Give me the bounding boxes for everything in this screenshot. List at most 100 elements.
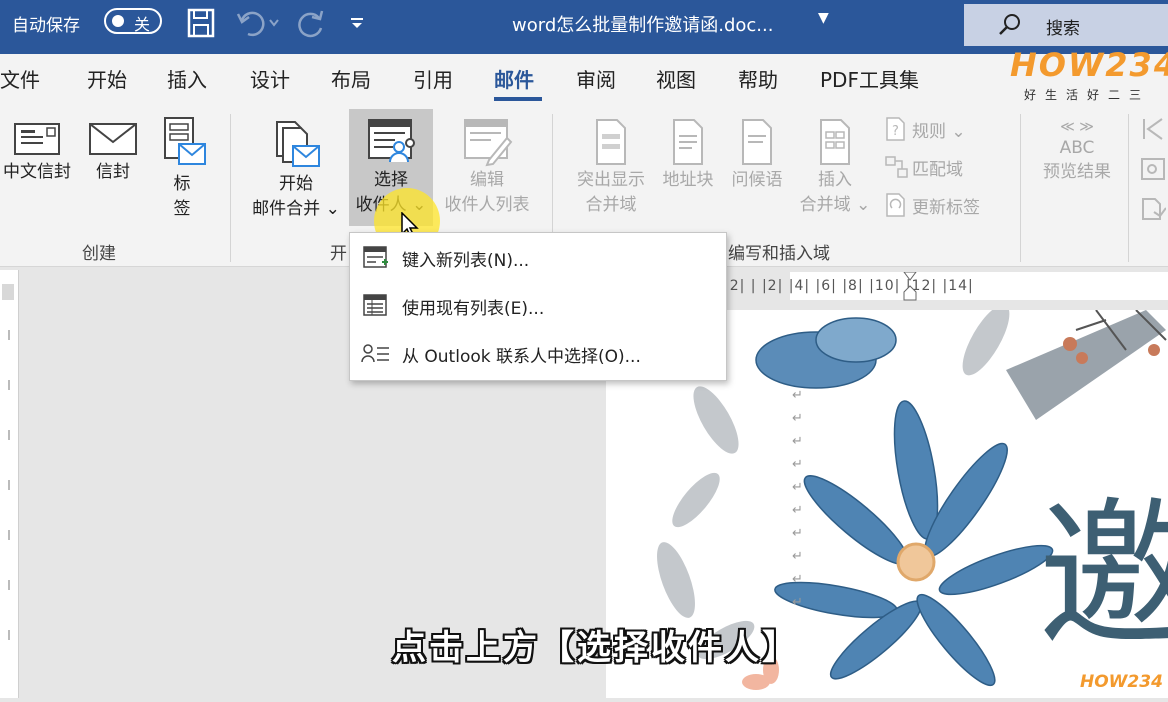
vertical-ruler [0, 270, 19, 698]
autosave-toggle[interactable]: 关 [104, 8, 162, 34]
menu-item-label: 键入新列表(N)... [402, 250, 530, 271]
outlook-contacts-icon [350, 343, 402, 365]
brand-tagline: 好生活好二三 [1024, 88, 1151, 102]
menu-item-outlook-contacts[interactable]: 从 Outlook 联系人中选择(O)... [350, 332, 726, 376]
svg-text:?: ? [892, 124, 899, 139]
select-recipients-menu: 键入新列表(N)... 使用现有列表(E)... 从 Outlook 联系人中选… [349, 232, 727, 381]
preview-results-button[interactable]: ≪ ≫ ABC 预览结果 [1032, 118, 1122, 185]
start-mail-merge-line1: 开始 [279, 174, 313, 194]
tab-file[interactable]: 文件 [0, 64, 40, 93]
new-list-icon [350, 245, 402, 271]
edit-recipient-list-icon [464, 119, 513, 167]
ribbon-separator [1128, 114, 1129, 262]
check-errors-icon[interactable] [1140, 196, 1166, 222]
menu-item-type-new-list[interactable]: 键入新列表(N)... [350, 236, 726, 280]
select-recipients-icon [368, 119, 415, 163]
tab-home[interactable]: 开始 [87, 64, 127, 93]
insert-merge-field-icon [820, 119, 850, 165]
menu-item-label: 从 Outlook 联系人中选择(O)... [402, 346, 641, 367]
preview-abc: ABC [1059, 138, 1095, 158]
start-mail-merge-line2: 邮件合并 ⌄ [252, 199, 340, 219]
tab-help[interactable]: 帮助 [738, 64, 778, 93]
highlight-merge-fields-button[interactable]: 突出显示 合并域 [566, 118, 656, 218]
autosave-label: 自动保存 [12, 16, 80, 36]
edit-recipient-list-button[interactable]: 编辑 收件人列表 [436, 116, 538, 218]
first-record-icon[interactable] [1140, 116, 1166, 142]
tab-design[interactable]: 设计 [250, 64, 290, 93]
find-recipient-icon[interactable] [1140, 156, 1166, 182]
customize-toolbar-icon[interactable] [346, 6, 368, 40]
start-mail-merge-button[interactable]: 开始 邮件合并 ⌄ [246, 116, 346, 222]
paragraph-marks: ↵ ↵ ↵ ↵ ↵ ↵ ↵ ↵ ↵ ↵ [792, 388, 803, 610]
match-fields-label: 匹配域 [912, 159, 963, 180]
autosave-state: 关 [134, 15, 151, 34]
select-recipients-line1: 选择 [374, 170, 408, 190]
start-mail-merge-icon [276, 121, 320, 167]
update-labels-icon [886, 193, 905, 217]
group-label-start-merge: 开 [330, 244, 347, 264]
redo-icon[interactable] [296, 6, 328, 40]
watermark: HOW234 [1080, 672, 1163, 692]
chinese-envelope-icon [14, 123, 60, 155]
update-labels-button[interactable]: 更新标签 [884, 192, 980, 218]
preview-results-label: 预览结果 [1043, 162, 1111, 182]
labels-button[interactable]: 标 签 [154, 116, 210, 222]
ribbon-separator [230, 114, 231, 262]
rules-label: 规则 ⌄ [912, 121, 966, 142]
horizontal-ruler: |2| | |2| |4| |6| |8| |10| |12| |14| [720, 272, 1168, 302]
labels-label-line1: 标 [173, 174, 191, 194]
greeting-line-icon [742, 119, 772, 165]
chinese-envelope-label: 中文信封 [3, 162, 71, 182]
tab-insert[interactable]: 插入 [167, 64, 207, 93]
edit-recipient-list-line2: 收件人列表 [444, 195, 530, 215]
envelope-button[interactable]: 信封 [82, 120, 144, 185]
greeting-line-button[interactable]: 问候语 [724, 118, 790, 193]
search-box[interactable]: 搜索 [964, 4, 1168, 46]
menu-item-label: 使用现有列表(E)... [402, 298, 545, 319]
tab-layout[interactable]: 布局 [331, 64, 371, 93]
indent-marker[interactable] [902, 272, 918, 302]
match-fields-button[interactable]: 匹配域 [884, 154, 963, 180]
address-block-label: 地址块 [662, 170, 714, 190]
invitation-title-char: 邀 [1038, 482, 1168, 669]
address-block-icon [673, 119, 703, 165]
existing-list-icon [350, 293, 402, 319]
menu-item-use-existing-list[interactable]: 使用现有列表(E)... [350, 284, 726, 328]
brand-logo-text: HOW234 [1010, 46, 1168, 84]
tab-review[interactable]: 审阅 [576, 64, 616, 93]
brand-logo: HOW234 好生活好二三 [1010, 46, 1168, 106]
document-title: word怎么批量制作邀请函.doc... [512, 15, 774, 36]
rules-icon: ? [886, 117, 905, 141]
menu-bar: 文件 开始 插入 设计 布局 引用 邮件 审阅 视图 帮助 PDF工具集 [0, 54, 1168, 106]
tab-references[interactable]: 引用 [413, 64, 453, 93]
title-dropdown-icon[interactable]: ▼ [818, 10, 829, 26]
greeting-line-label: 问候语 [731, 170, 783, 190]
insert-merge-field-line1: 插入 [818, 170, 852, 190]
group-label-create: 创建 [82, 244, 116, 264]
ruler-labels: |2| | |2| |4| |6| |8| |10| |12| |14| [724, 278, 974, 294]
preview-arrows-icon: ≪ ≫ [1060, 119, 1094, 135]
group-label-write-insert: 编写和插入域 [728, 244, 830, 264]
undo-icon[interactable] [234, 6, 284, 40]
labels-icon [164, 117, 206, 165]
toggle-knob [112, 15, 124, 27]
rules-button[interactable]: ? 规则 ⌄ [884, 116, 966, 142]
vertical-ruler-ticks [2, 284, 14, 640]
envelope-label: 信封 [96, 162, 130, 182]
envelope-icon [89, 123, 137, 155]
search-label: 搜索 [1046, 19, 1080, 39]
video-subtitle: 点击上方【选择收件人】 [392, 628, 799, 668]
tab-pdf-tools[interactable]: PDF工具集 [820, 64, 919, 93]
highlight-fields-line2: 合并域 [585, 195, 637, 215]
insert-merge-field-line2: 合并域 ⌄ [799, 195, 871, 215]
address-block-button[interactable]: 地址块 [656, 118, 720, 193]
tab-mailings[interactable]: 邮件 [494, 64, 534, 93]
save-icon[interactable] [186, 6, 216, 40]
match-fields-icon [885, 156, 908, 178]
chinese-envelope-button[interactable]: 中文信封 [0, 120, 74, 185]
ribbon-separator [1020, 114, 1021, 262]
tab-view[interactable]: 视图 [656, 64, 696, 93]
insert-merge-field-button[interactable]: 插入 合并域 ⌄ [792, 118, 878, 218]
highlight-fields-icon [596, 119, 626, 165]
title-bar: 自动保存 关 word怎么批量制作邀请函.doc... ▼ 搜索 [0, 0, 1168, 54]
